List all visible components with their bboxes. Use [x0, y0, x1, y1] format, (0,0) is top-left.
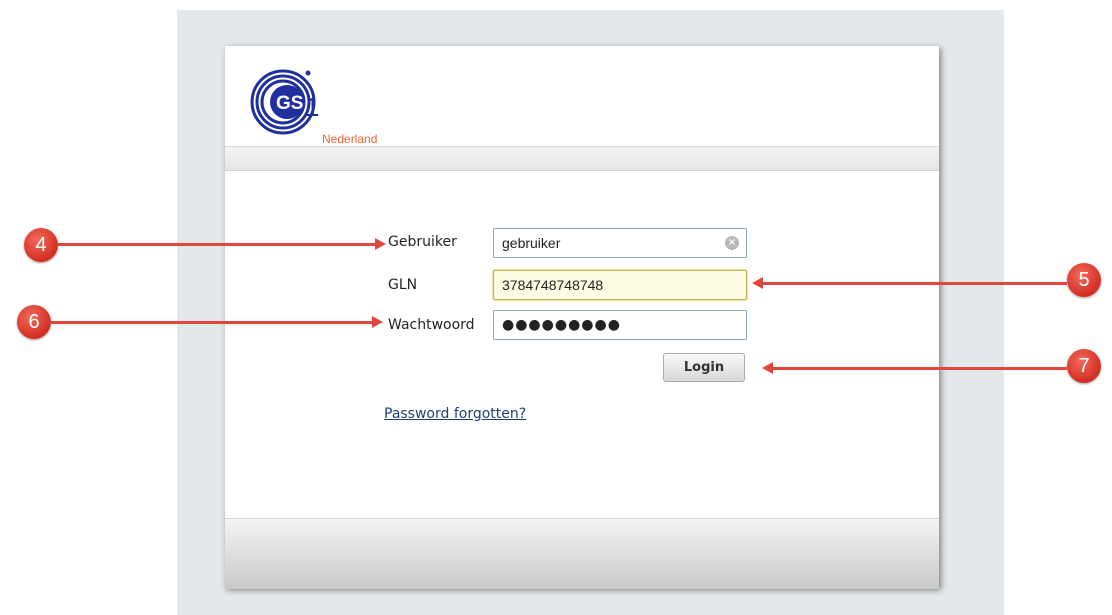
gln-label: GLN: [388, 277, 418, 293]
annotation-arrow-6: [51, 316, 383, 328]
password-field[interactable]: ●●●●●●●●●: [493, 310, 747, 340]
password-forgotten-link[interactable]: Password forgotten?: [384, 406, 526, 422]
username-field[interactable]: gebruiker ×: [493, 228, 747, 258]
user-label: Gebruiker: [388, 234, 457, 250]
annotation-badge-5: 5: [1067, 263, 1101, 297]
gln-field[interactable]: 3784748748748: [493, 270, 747, 300]
annotation-badge-4: 4: [24, 228, 58, 262]
annotation-arrow-7: [762, 362, 1067, 374]
header-logo-area: GS 1 Nederland: [225, 46, 939, 146]
annotation-badge-6: 6: [17, 305, 51, 339]
header-band: [225, 146, 939, 171]
svg-text:1: 1: [305, 92, 319, 122]
password-mask: ●●●●●●●●●: [502, 317, 621, 333]
logo-subtitle: Nederland: [322, 132, 378, 146]
gs1-logo: GS 1: [250, 69, 319, 135]
login-button[interactable]: Login: [663, 353, 745, 382]
svg-text:GS: GS: [276, 93, 303, 114]
username-value: gebruiker: [502, 235, 561, 251]
clear-icon[interactable]: ×: [725, 236, 739, 250]
password-label: Wachtwoord: [388, 317, 475, 333]
annotation-arrow-5: [752, 277, 1067, 289]
annotation-arrow-4: [58, 238, 386, 250]
login-panel: GS 1 Nederland Gebruiker gebruiker × GLN…: [225, 46, 939, 589]
annotation-badge-7: 7: [1067, 349, 1101, 383]
footer-band: [225, 518, 939, 589]
gln-value: 3784748748748: [502, 277, 604, 293]
